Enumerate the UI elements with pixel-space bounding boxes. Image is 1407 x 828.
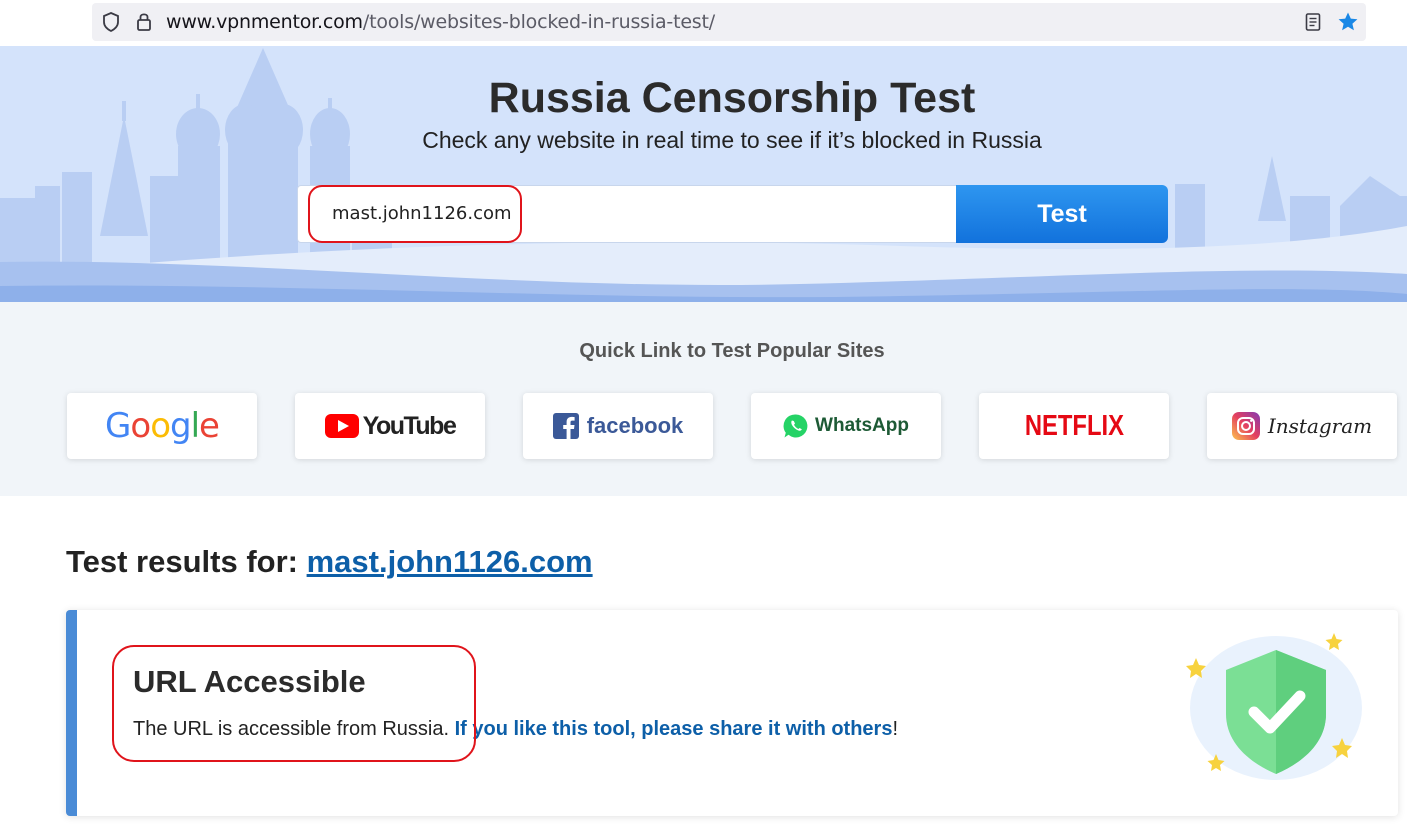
google-logo: Google bbox=[105, 406, 220, 446]
instagram-label: Instagram bbox=[1267, 414, 1373, 438]
url-text[interactable]: www.vpnmentor.com/tools/websites-blocked… bbox=[166, 11, 715, 33]
test-button[interactable]: Test bbox=[956, 185, 1168, 243]
quick-link-whatsapp[interactable]: WhatsApp bbox=[751, 393, 941, 459]
lock-icon[interactable] bbox=[136, 11, 152, 31]
results-url-link[interactable]: mast.john1126.com bbox=[307, 544, 593, 579]
bookmark-star-icon[interactable] bbox=[1337, 11, 1359, 33]
browser-toolbar: www.vpnmentor.com/tools/websites-blocked… bbox=[0, 0, 1407, 46]
quick-link-netflix[interactable]: NETFLIX bbox=[979, 393, 1169, 459]
netflix-logo: NETFLIX bbox=[1024, 409, 1124, 442]
annotation-highlight-input bbox=[308, 185, 522, 243]
whatsapp-icon bbox=[783, 414, 808, 438]
youtube-play-icon bbox=[324, 414, 359, 438]
facebook-icon bbox=[552, 413, 579, 439]
quick-link-facebook[interactable]: facebook bbox=[523, 393, 713, 459]
check-shield-icon bbox=[1186, 633, 1362, 780]
whatsapp-label: WhatsApp bbox=[815, 415, 909, 436]
annotation-highlight-status bbox=[112, 645, 476, 762]
share-link[interactable]: If you like this tool, please share it w… bbox=[455, 718, 893, 740]
quick-links-section: Quick Link to Test Popular Sites Google … bbox=[0, 302, 1407, 496]
quick-link-youtube[interactable]: YouTube bbox=[295, 393, 485, 459]
page-title: Russia Censorship Test bbox=[488, 74, 976, 122]
facebook-label: facebook bbox=[586, 413, 684, 438]
page-subtitle: Check any website in real time to see if… bbox=[422, 127, 1042, 153]
results-heading: Test results for: mast.john1126.com bbox=[66, 544, 593, 579]
instagram-icon bbox=[1231, 412, 1260, 440]
hero-section: Russia Censorship Test Check any website… bbox=[0, 46, 1407, 302]
quick-links-title: Quick Link to Test Popular Sites bbox=[579, 340, 885, 362]
shield-icon[interactable] bbox=[102, 12, 120, 32]
quick-link-instagram[interactable]: Instagram bbox=[1207, 393, 1397, 459]
youtube-label: YouTube bbox=[362, 411, 457, 440]
quick-link-google[interactable]: Google bbox=[67, 393, 257, 459]
reader-mode-icon[interactable] bbox=[1305, 13, 1321, 31]
